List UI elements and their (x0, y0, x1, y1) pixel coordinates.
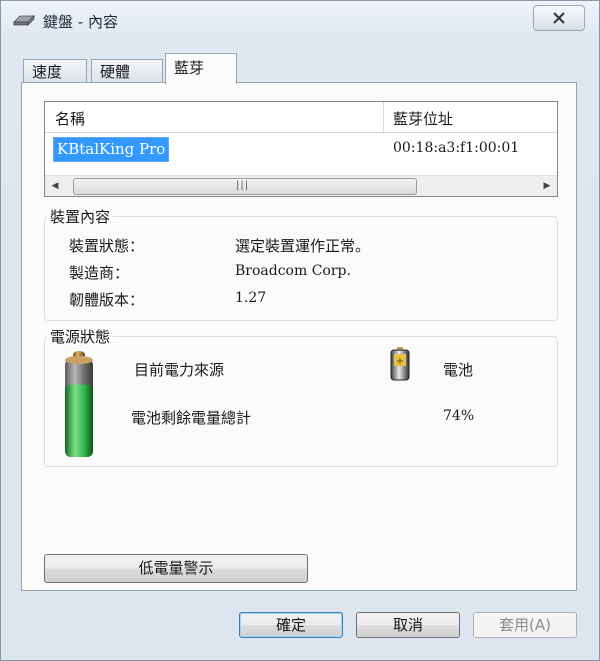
battery-remaining-value: 74% (443, 408, 475, 424)
ok-button[interactable]: 確定 (239, 612, 343, 638)
svg-text:+: + (396, 356, 404, 367)
scroll-right-icon[interactable]: ▶ (537, 176, 557, 196)
window-title: 鍵盤 - 內容 (43, 13, 118, 31)
cancel-button[interactable]: 取消 (356, 612, 460, 638)
list-header: 名稱 藍芽位址 (45, 102, 557, 133)
group-title: 電源狀態 (47, 326, 114, 347)
power-status-group: 電源狀態 目前電力來源 + 電池 電池剩餘電量總計 74% (44, 326, 558, 467)
device-info-group: 裝置內容 裝置狀態： 選定裝置運作正常。 製造商： Broadcom Corp.… (44, 206, 558, 321)
close-button[interactable] (533, 5, 585, 31)
properties-dialog: 鍵盤 - 內容 速度 硬體 藍芽 名稱 藍芽位址 KBtalKing Pro 0… (0, 0, 600, 661)
battery-icon: + (390, 347, 410, 381)
group-title: 裝置內容 (47, 206, 114, 227)
tab-panel-bluetooth: 名稱 藍芽位址 KBtalKing Pro 00:18:a3:f1:00:01 … (21, 82, 577, 591)
column-header-name[interactable]: 名稱 (55, 108, 85, 129)
keyboard-icon (13, 15, 35, 26)
device-list[interactable]: 名稱 藍芽位址 KBtalKing Pro 00:18:a3:f1:00:01 … (44, 101, 558, 197)
power-source-label: 目前電力來源 (134, 361, 225, 379)
battery-level-icon (65, 351, 93, 457)
column-header-address[interactable]: 藍芽位址 (393, 108, 453, 129)
scroll-left-icon[interactable]: ◀ (45, 176, 65, 196)
status-value: 選定裝置運作正常。 (235, 237, 371, 255)
firmware-label: 韌體版本： (69, 291, 145, 309)
column-divider[interactable] (383, 102, 384, 132)
device-address: 00:18:a3:f1:00:01 (393, 140, 520, 156)
grip-icon: ||| (236, 180, 250, 191)
close-icon (553, 12, 565, 24)
device-name[interactable]: KBtalKing Pro (53, 137, 170, 162)
status-label: 裝置狀態： (69, 237, 145, 255)
list-item[interactable]: KBtalKing Pro 00:18:a3:f1:00:01 (45, 136, 557, 162)
apply-button[interactable]: 套用(A) (473, 612, 577, 638)
title-bar[interactable]: 鍵盤 - 內容 (1, 1, 599, 41)
power-source-value: 電池 (443, 361, 474, 379)
manufacturer-value: Broadcom Corp. (235, 263, 351, 279)
manufacturer-label: 製造商： (69, 264, 130, 282)
battery-remaining-label: 電池剩餘電量總計 (131, 409, 252, 427)
tab-hardware[interactable]: 硬體 (91, 59, 163, 83)
low-battery-alert-button[interactable]: 低電量警示 (44, 554, 308, 583)
firmware-value: 1.27 (235, 290, 267, 306)
tab-speed[interactable]: 速度 (23, 59, 87, 83)
scrollbar-thumb[interactable]: ||| (73, 178, 417, 195)
horizontal-scrollbar[interactable]: ◀ ||| ▶ (45, 175, 557, 196)
tab-bluetooth[interactable]: 藍芽 (165, 53, 237, 84)
